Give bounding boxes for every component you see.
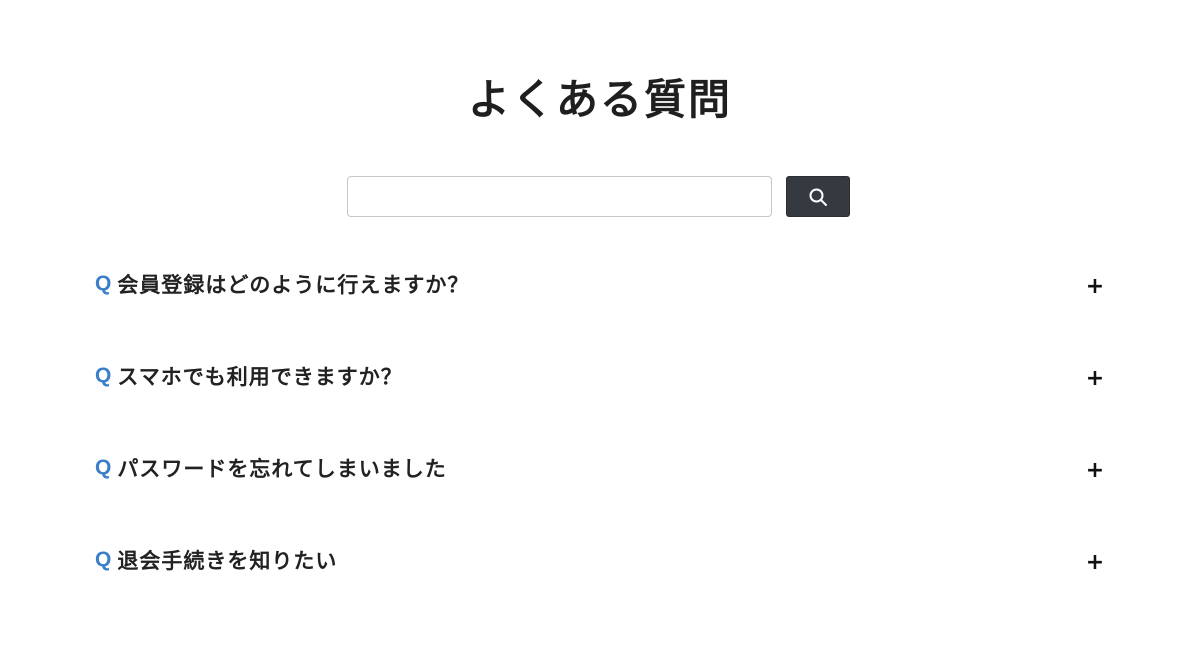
faq-question-text: 会員登録はどのように行えますか？ — [117, 273, 470, 297]
faq-question-text: 退会手続きを知りたい — [117, 549, 338, 573]
faq-list: Q 会員登録はどのように行えますか？ + Q スマホでも利用できますか？ + Q… — [95, 260, 1105, 628]
faq-item[interactable]: Q パスワードを忘れてしまいました + — [95, 444, 1105, 536]
search-button[interactable] — [786, 176, 850, 217]
faq-question-text: スマホでも利用できますか？ — [117, 365, 403, 389]
search-icon — [809, 188, 827, 206]
faq-item[interactable]: Q スマホでも利用できますか？ + — [95, 352, 1105, 444]
faq-item[interactable]: Q 会員登録はどのように行えますか？ + — [95, 260, 1105, 352]
faq-q-marker: Q — [95, 272, 112, 295]
search-input[interactable] — [347, 176, 772, 217]
search-bar — [347, 176, 850, 217]
page-title: よくある質問 — [467, 75, 732, 124]
expand-plus-icon[interactable]: + — [1085, 536, 1105, 586]
faq-question: Q パスワードを忘れてしまいました — [95, 444, 447, 492]
faq-question: Q 会員登録はどのように行えますか？ — [95, 260, 469, 308]
faq-item[interactable]: Q 退会手続きを知りたい + — [95, 536, 1105, 628]
faq-q-marker: Q — [95, 364, 112, 387]
faq-q-marker: Q — [95, 456, 112, 479]
expand-plus-icon[interactable]: + — [1085, 352, 1105, 402]
expand-plus-icon[interactable]: + — [1085, 444, 1105, 494]
expand-plus-icon[interactable]: + — [1085, 260, 1105, 310]
faq-question: Q 退会手続きを知りたい — [95, 536, 337, 584]
faq-q-marker: Q — [95, 548, 112, 571]
faq-question: Q スマホでも利用できますか？ — [95, 352, 403, 400]
faq-question-text: パスワードを忘れてしまいました — [117, 457, 447, 481]
